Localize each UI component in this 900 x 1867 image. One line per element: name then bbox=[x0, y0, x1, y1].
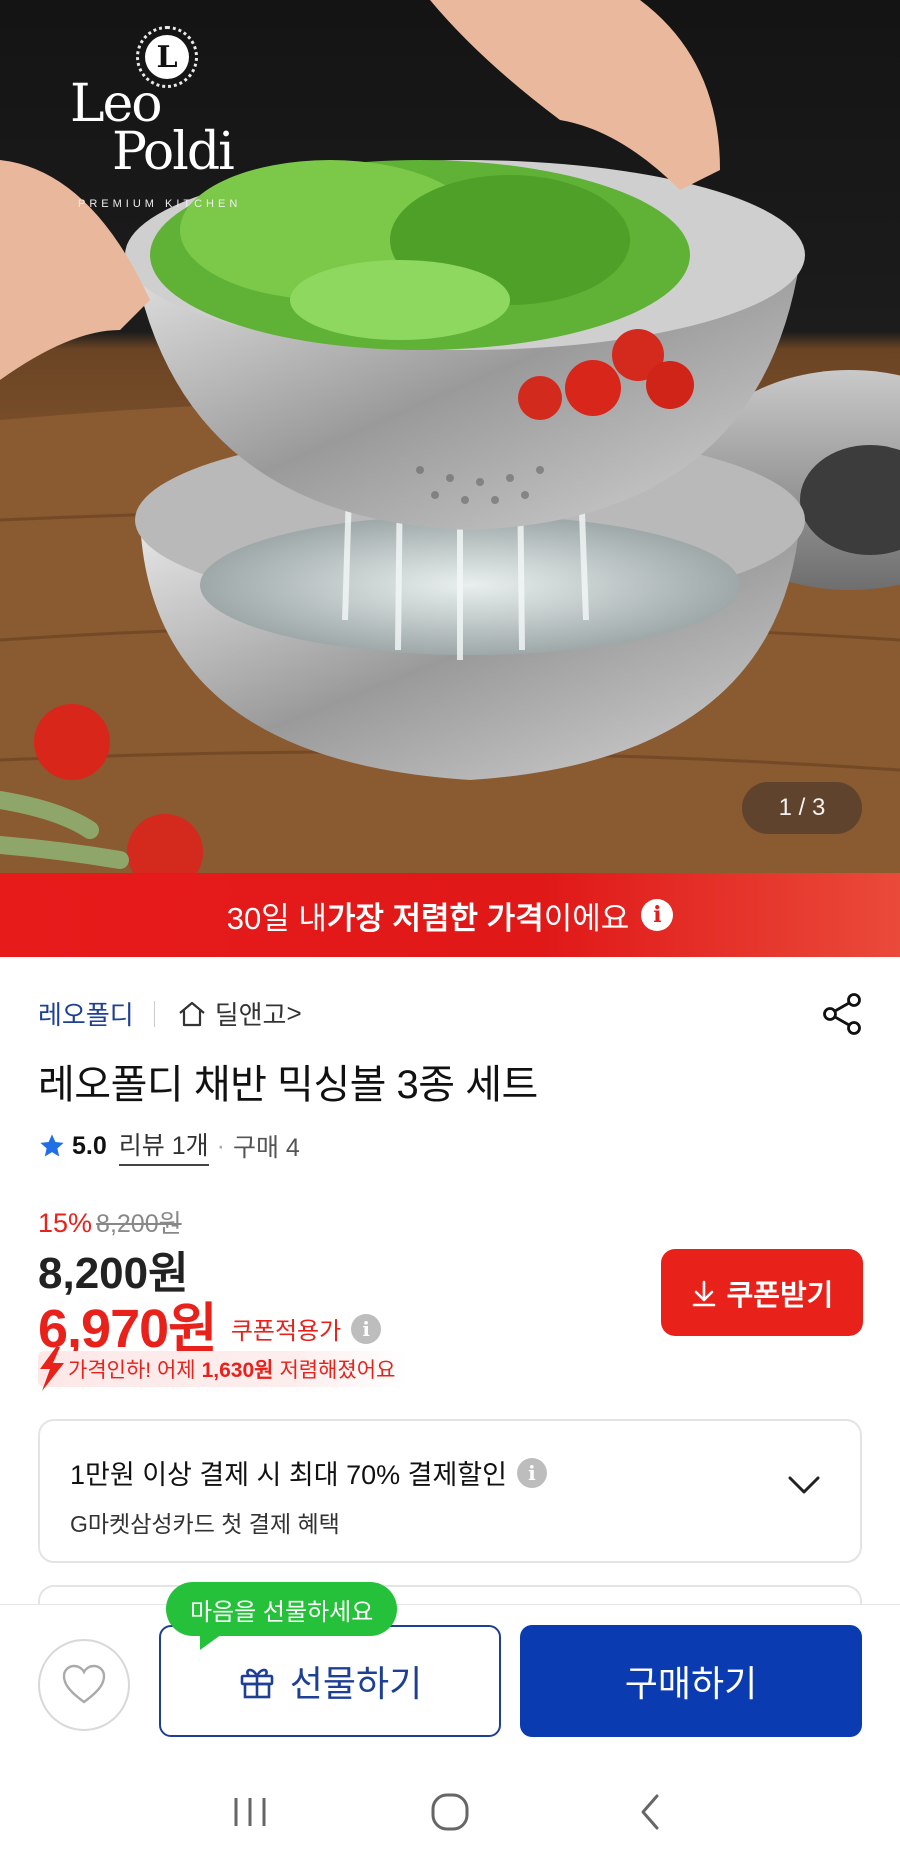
payment-benefit-title-row: 1만원 이상 결제 시 최대 70% 결제할인 i bbox=[70, 1453, 547, 1492]
rating-row: 5.0 리뷰 1개 · 구매 4 bbox=[38, 1126, 300, 1166]
banner-text-after: 이에요 bbox=[543, 900, 630, 936]
back-button[interactable] bbox=[610, 1777, 690, 1847]
coupon-price-label: 쿠폰적용가 bbox=[230, 1318, 342, 1345]
heart-icon bbox=[62, 1664, 106, 1704]
home-circle-icon bbox=[431, 1793, 469, 1830]
gift-tooltip: 마음을 선물하세요 bbox=[166, 1582, 398, 1650]
brand-link[interactable]: 레오폴디 bbox=[38, 995, 134, 1032]
rating-score: 5.0 bbox=[72, 1131, 107, 1160]
gift-icon bbox=[240, 1668, 274, 1699]
info-icon[interactable]: i bbox=[516, 1457, 547, 1488]
banner-text-bold: 가장 저렴한 가격 bbox=[326, 900, 544, 936]
chevron-down-icon[interactable] bbox=[786, 1473, 822, 1497]
breadcrumb: 레오폴디 딜앤고 > bbox=[38, 995, 302, 1032]
lightning-icon bbox=[40, 1347, 64, 1391]
price-drop-notice: 가격인하! 어제 1,630원 저렴해졌어요 bbox=[38, 1347, 408, 1391]
price-drop-prefix: 가격인하! 어제 bbox=[68, 1359, 196, 1382]
review-link[interactable]: 리뷰 1개 bbox=[118, 1126, 209, 1166]
dot-separator: · bbox=[216, 1131, 225, 1160]
payment-benefit-title: 1만원 이상 결제 시 최대 70% 결제할인 bbox=[70, 1460, 507, 1490]
download-icon bbox=[692, 1280, 715, 1306]
discount-percent: 15% bbox=[38, 1208, 93, 1238]
lowest-price-banner[interactable]: 30일 내 가장 저렴한 가격 이에요 i bbox=[0, 873, 900, 957]
share-icon[interactable] bbox=[818, 990, 866, 1038]
wishlist-button[interactable] bbox=[38, 1639, 130, 1731]
info-icon[interactable]: i bbox=[641, 899, 674, 931]
original-price: 8,200원 bbox=[96, 1210, 182, 1238]
payment-benefit-card[interactable]: 1만원 이상 결제 시 최대 70% 결제할인 i G마켓삼성카드 첫 결제 혜… bbox=[38, 1419, 862, 1563]
home-icon bbox=[178, 1001, 205, 1026]
bottom-action-bar: 선물하기 구매하기 bbox=[0, 1604, 900, 1756]
get-coupon-button[interactable]: 쿠폰받기 bbox=[661, 1249, 863, 1336]
buy-button[interactable]: 구매하기 bbox=[520, 1625, 862, 1737]
star-icon bbox=[40, 1134, 64, 1157]
brand-logo: L Leo Poldi PREMIUM KITCHEN bbox=[70, 20, 270, 220]
recent-apps-button[interactable] bbox=[210, 1777, 290, 1847]
product-image[interactable]: L Leo Poldi PREMIUM KITCHEN 1 / 3 bbox=[0, 0, 900, 873]
banner-text-before: 30일 내 bbox=[226, 900, 327, 936]
payment-benefit-subtitle: G마켓삼성카드 첫 결제 혜택 bbox=[70, 1511, 340, 1537]
brand-logo-line2: Poldi bbox=[112, 122, 235, 182]
price-drop-suffix: 저렴해졌어요 bbox=[279, 1359, 396, 1382]
product-title: 레오폴디 채반 믹싱볼 3종 세트 bbox=[38, 1063, 538, 1107]
get-coupon-label: 쿠폰받기 bbox=[726, 1279, 834, 1312]
price-drop-amount: 1,630원 bbox=[201, 1359, 274, 1382]
system-navigation-bar bbox=[0, 1756, 900, 1867]
store-link[interactable]: 딜앤고 > bbox=[177, 995, 302, 1032]
purchase-count: 구매 4 bbox=[232, 1134, 300, 1162]
gift-button-label: 선물하기 bbox=[289, 1663, 423, 1704]
back-icon bbox=[641, 1794, 659, 1829]
chevron-right-icon: > bbox=[286, 998, 302, 1028]
discount-row: 15% 8,200원 bbox=[38, 1204, 182, 1240]
home-button[interactable] bbox=[410, 1777, 490, 1847]
breadcrumb-divider bbox=[153, 1000, 155, 1027]
brand-logo-letter: L bbox=[145, 35, 189, 79]
info-icon[interactable]: i bbox=[351, 1313, 382, 1344]
store-name: 딜앤고 bbox=[214, 1000, 287, 1030]
brand-logo-tagline: PREMIUM KITCHEN bbox=[78, 198, 242, 210]
recent-apps-icon bbox=[234, 1797, 266, 1826]
brand-logo-wordmark: Leo Poldi bbox=[70, 78, 270, 182]
image-counter: 1 / 3 bbox=[742, 782, 862, 834]
